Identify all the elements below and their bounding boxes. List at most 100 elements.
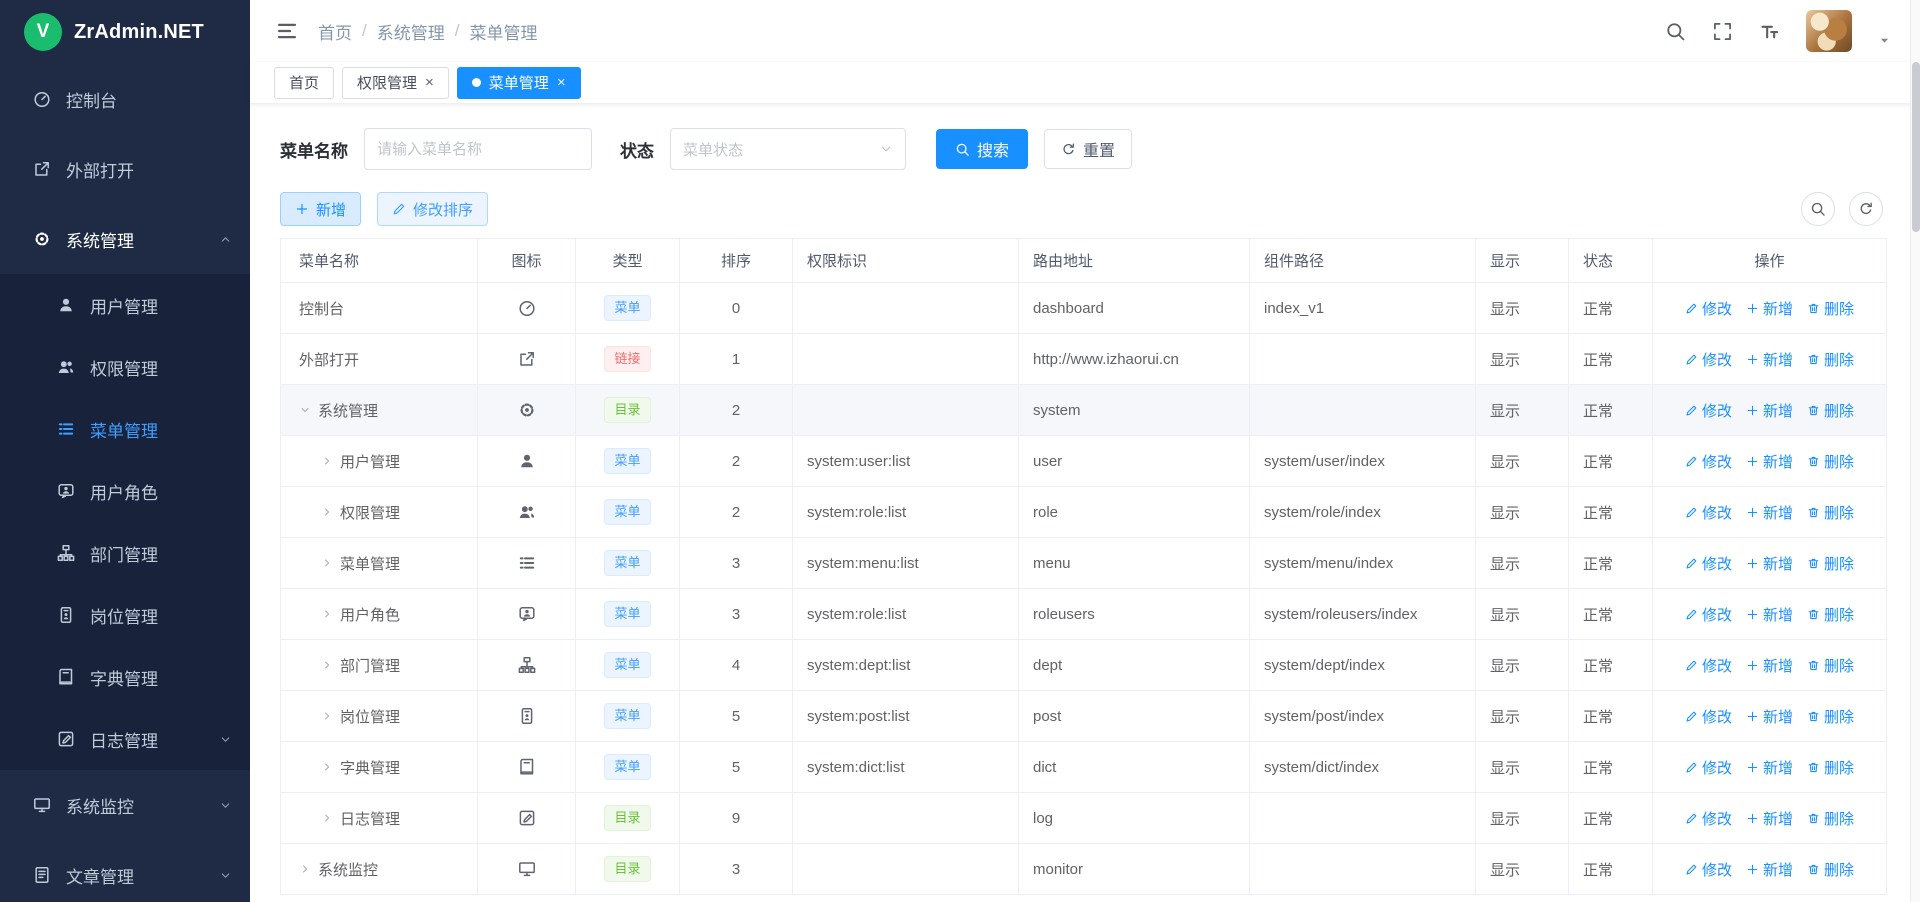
row-edit-button[interactable]: 修改 [1685,349,1732,370]
sidebar-item-external-open[interactable]: 外部打开 [0,134,250,204]
row-edit-button[interactable]: 修改 [1685,655,1732,676]
chevron-down-icon [219,799,232,812]
edit-sort-button[interactable]: 修改排序 [377,192,488,226]
row-delete-button[interactable]: 删除 [1807,808,1854,829]
row-add-button[interactable]: 新增 [1746,604,1793,625]
sidebar-item-dashboard[interactable]: 控制台 [0,64,250,134]
expand-row-icon[interactable] [321,761,333,773]
type-badge: 目录 [604,397,650,423]
sidebar-item-log[interactable]: 日志管理 [0,708,250,770]
expand-row-icon[interactable] [321,608,333,620]
row-add-button[interactable]: 新增 [1746,349,1793,370]
row-edit-button[interactable]: 修改 [1685,706,1732,727]
gear-icon [518,401,536,419]
row-add-label: 新增 [1763,553,1793,574]
row-delete-button[interactable]: 删除 [1807,400,1854,421]
scrollbar-track[interactable] [1910,0,1920,902]
row-edit-button[interactable]: 修改 [1685,859,1732,880]
row-edit-button[interactable]: 修改 [1685,502,1732,523]
row-add-button[interactable]: 新增 [1746,859,1793,880]
sidebar-item-role[interactable]: 权限管理 [0,336,250,398]
row-delete-label: 删除 [1824,655,1854,676]
expand-row-icon[interactable] [321,710,333,722]
table-search-button[interactable] [1801,192,1835,226]
collapse-row-icon[interactable] [299,404,311,416]
expand-row-icon[interactable] [299,863,311,875]
plus-icon [295,202,309,216]
table-row: 权限管理菜单2system:role:listrolesystem/role/i… [281,487,1887,538]
tab-close-icon[interactable]: × [557,75,566,90]
sidebar-item-dict[interactable]: 字典管理 [0,646,250,708]
fullscreen-icon[interactable] [1712,21,1733,42]
row-delete-label: 删除 [1824,553,1854,574]
row-edit-button[interactable]: 修改 [1685,553,1732,574]
tab-role[interactable]: 权限管理× [342,67,449,99]
row-delete-button[interactable]: 删除 [1807,757,1854,778]
user-avatar[interactable] [1806,10,1852,52]
row-delete-button[interactable]: 删除 [1807,553,1854,574]
row-delete-button[interactable]: 删除 [1807,655,1854,676]
order-cell: 3 [680,538,793,589]
table-row: 日志管理目录9log显示正常修改新增删除 [281,793,1887,844]
visible-cell: 显示 [1476,538,1569,589]
sidebar-item-system[interactable]: 系统管理 [0,204,250,274]
row-add-button[interactable]: 新增 [1746,400,1793,421]
row-delete-button[interactable]: 删除 [1807,451,1854,472]
row-add-button[interactable]: 新增 [1746,502,1793,523]
sidebar-item-user-role[interactable]: 用户角色 [0,460,250,522]
breadcrumb-item[interactable]: 系统管理 [377,19,445,44]
sidebar-item-article[interactable]: 文章管理 [0,840,250,902]
row-edit-button[interactable]: 修改 [1685,400,1732,421]
menu-table-header-row: 菜单名称图标类型排序权限标识路由地址组件路径显示状态操作 [281,239,1887,283]
row-delete-button[interactable]: 删除 [1807,859,1854,880]
row-edit-button[interactable]: 修改 [1685,298,1732,319]
avatar-caret-icon[interactable] [1878,34,1891,47]
row-add-button[interactable]: 新增 [1746,655,1793,676]
external-link-icon [32,160,52,178]
row-edit-button[interactable]: 修改 [1685,757,1732,778]
row-add-button[interactable]: 新增 [1746,808,1793,829]
font-size-icon[interactable] [1759,21,1780,42]
type-badge: 菜单 [604,499,650,525]
reset-button[interactable]: 重置 [1044,129,1132,169]
sidebar-item-user[interactable]: 用户管理 [0,274,250,336]
scrollbar-thumb[interactable] [1912,62,1920,232]
sidebar-item-dept[interactable]: 部门管理 [0,522,250,584]
sidebar-item-post[interactable]: 岗位管理 [0,584,250,646]
row-edit-label: 修改 [1702,298,1732,319]
tab-close-icon[interactable]: × [425,75,434,90]
sidebar-item-monitor[interactable]: 系统监控 [0,770,250,840]
table-refresh-button[interactable] [1849,192,1883,226]
sidebar-item-label: 岗位管理 [90,603,158,628]
row-delete-button[interactable]: 删除 [1807,502,1854,523]
search-icon[interactable] [1665,21,1686,42]
row-edit-button[interactable]: 修改 [1685,604,1732,625]
row-add-button[interactable]: 新增 [1746,757,1793,778]
breadcrumb-item[interactable]: 首页 [318,19,352,44]
tab-menu[interactable]: 菜单管理× [457,67,581,99]
row-edit-button[interactable]: 修改 [1685,451,1732,472]
expand-row-icon[interactable] [321,659,333,671]
row-delete-button[interactable]: 删除 [1807,604,1854,625]
status-select[interactable]: 菜单状态 [670,128,906,170]
tab-home[interactable]: 首页 [274,67,334,99]
add-button[interactable]: 新增 [280,192,361,226]
row-edit-button[interactable]: 修改 [1685,808,1732,829]
order-cell: 5 [680,691,793,742]
row-add-button[interactable]: 新增 [1746,706,1793,727]
row-add-button[interactable]: 新增 [1746,553,1793,574]
sidebar-item-menu[interactable]: 菜单管理 [0,398,250,460]
row-add-button[interactable]: 新增 [1746,298,1793,319]
expand-row-icon[interactable] [321,455,333,467]
row-add-label: 新增 [1763,655,1793,676]
row-delete-button[interactable]: 删除 [1807,706,1854,727]
expand-row-icon[interactable] [321,506,333,518]
hamburger-icon[interactable] [276,20,298,42]
row-delete-button[interactable]: 删除 [1807,298,1854,319]
row-add-button[interactable]: 新增 [1746,451,1793,472]
search-button[interactable]: 搜索 [936,129,1028,169]
expand-row-icon[interactable] [321,812,333,824]
menu-name-input[interactable] [364,128,592,170]
row-delete-button[interactable]: 删除 [1807,349,1854,370]
expand-row-icon[interactable] [321,557,333,569]
